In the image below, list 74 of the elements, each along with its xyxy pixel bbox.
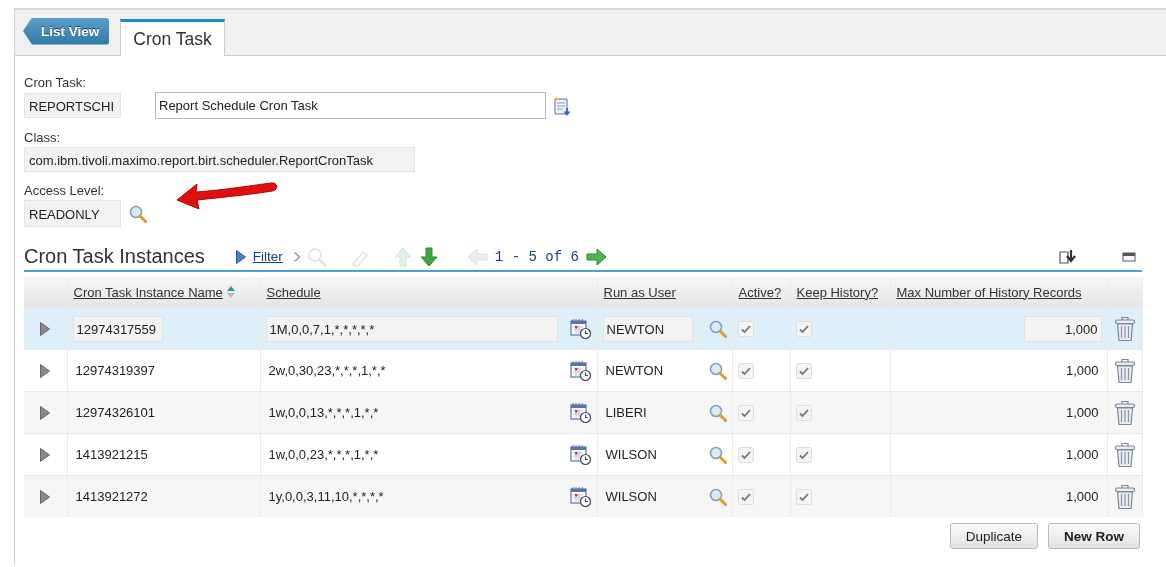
expand-triangle-icon[interactable] (39, 404, 52, 421)
search-icon[interactable] (708, 361, 727, 380)
back-button[interactable]: List View (23, 17, 110, 45)
cron-task-field[interactable]: REPORTSCHI (24, 93, 121, 118)
calendar-clock-icon[interactable] (569, 443, 592, 466)
checkbox[interactable] (795, 362, 812, 379)
search-icon[interactable] (708, 445, 727, 464)
max-records-field[interactable]: 1,000 (1023, 315, 1102, 342)
trash-icon[interactable] (1113, 441, 1136, 468)
sort-icon[interactable] (225, 285, 236, 299)
checkbox[interactable] (795, 446, 812, 463)
checkbox[interactable] (737, 320, 754, 337)
class-field[interactable]: com.ibm.tivoli.maximo.report.birt.scheduler.ReportCronTask (24, 147, 415, 172)
duplicate-button[interactable]: Duplicate (949, 523, 1038, 549)
field-label: Access Level: (24, 182, 105, 200)
expand-triangle-icon[interactable] (39, 320, 52, 337)
filter-triangle-icon[interactable] (234, 248, 247, 265)
schedule: 1w,0,0,13,*,*,*,1,*,* (267, 405, 380, 420)
search-icon[interactable] (708, 403, 727, 422)
checkbox[interactable] (737, 446, 754, 463)
tab[interactable]: Cron Task (120, 19, 225, 56)
checkbox[interactable] (795, 488, 812, 505)
checkbox[interactable] (795, 320, 812, 337)
trash-icon[interactable] (1113, 399, 1136, 426)
expand-triangle-icon[interactable] (39, 362, 52, 379)
schedule-field[interactable]: 1M,0,0,7,1,*,*,*,*,* (265, 315, 558, 342)
chevron-icon[interactable] (292, 250, 301, 263)
new-row-button[interactable]: New Row (1048, 523, 1140, 549)
trash-icon[interactable] (1113, 483, 1136, 510)
instance-name: 1413921215 (74, 447, 149, 462)
download-icon[interactable] (1058, 247, 1078, 266)
schedule: 1y,0,0,3,11,10,*,*,*,* (267, 489, 385, 504)
description-field[interactable]: Report Schedule Cron Task (155, 92, 546, 119)
instance-name: 1413921272 (74, 489, 149, 504)
max-records: 1,000 (1064, 363, 1100, 378)
search-icon[interactable] (708, 319, 727, 338)
calendar-clock-icon[interactable] (569, 485, 592, 508)
user-field[interactable]: NEWTON (602, 315, 693, 342)
calendar-clock-icon[interactable] (569, 359, 592, 382)
filter-link[interactable]: Filter (252, 249, 283, 264)
max-records: 1,000 (1064, 447, 1100, 462)
user: WILSON (604, 489, 658, 504)
instance-name: 12974319397 (74, 363, 157, 378)
calendar-clock-icon[interactable] (569, 317, 592, 340)
search-icon[interactable] (129, 204, 147, 223)
instance-name-field[interactable]: 12974317559 (72, 315, 163, 342)
checkbox[interactable] (737, 488, 754, 505)
new-document-icon[interactable] (552, 94, 572, 117)
expand-triangle-icon[interactable] (39, 488, 52, 505)
schedule: 1w,0,0,23,*,*,*,1,*,* (267, 447, 380, 462)
field-label: Cron Task: (24, 74, 86, 92)
minimize-icon[interactable] (1122, 251, 1136, 262)
column-header[interactable]: Schedule (266, 284, 321, 300)
page-info: 1 - 5 of 6 (494, 248, 579, 265)
expand-triangle-icon[interactable] (39, 446, 52, 463)
checkbox[interactable] (795, 404, 812, 421)
section-title: Cron Task Instances (24, 245, 205, 268)
max-records: 1,000 (1064, 405, 1100, 420)
calendar-clock-icon[interactable] (569, 401, 592, 424)
right-arrow-icon[interactable] (584, 246, 607, 267)
schedule: 2w,0,30,23,*,*,*,1,*,* (267, 363, 387, 378)
checkbox[interactable] (737, 362, 754, 379)
max-records: 1,000 (1064, 489, 1100, 504)
instance-name: 12974326101 (74, 405, 157, 420)
down-arrow-icon[interactable] (418, 246, 439, 267)
user: WILSON (604, 447, 658, 462)
field-label: Class: (24, 129, 61, 147)
user: NEWTON (604, 363, 665, 378)
access-level-field[interactable]: READONLY (24, 200, 121, 227)
user: LIBERI (604, 405, 648, 420)
trash-icon[interactable] (1113, 315, 1136, 342)
search-icon[interactable] (708, 487, 727, 506)
checkbox[interactable] (737, 404, 754, 421)
trash-icon[interactable] (1113, 357, 1136, 384)
